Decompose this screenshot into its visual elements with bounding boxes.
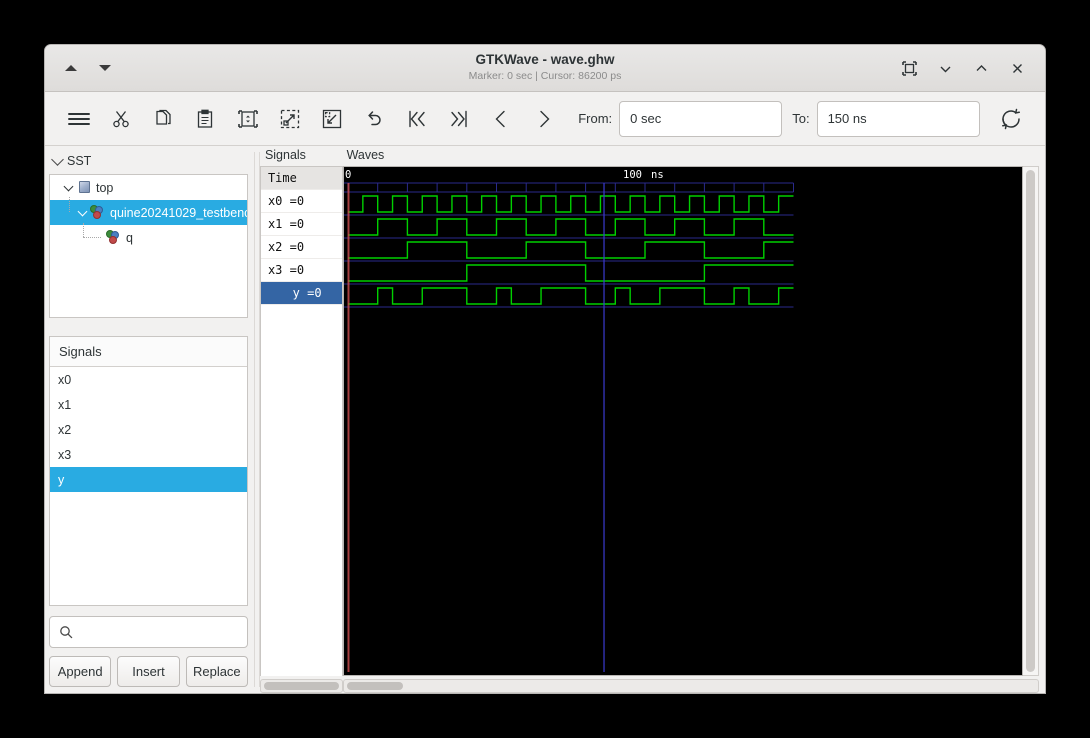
close-icon[interactable] xyxy=(1009,60,1025,76)
list-item[interactable]: x0 xyxy=(50,367,247,392)
module-icon xyxy=(90,205,107,220)
table-row[interactable]: x1 =0 xyxy=(260,213,342,236)
tree-expander-icon[interactable] xyxy=(74,206,90,218)
list-item[interactable]: x2 xyxy=(50,417,247,442)
sst-tree[interactable]: top quine20241029_testbench q xyxy=(49,174,248,318)
gtkwave-window: GTKWave - wave.ghw Marker: 0 sec | Curso… xyxy=(44,44,1046,694)
svg-text:0: 0 xyxy=(345,169,351,181)
action-buttons: Append Insert Replace xyxy=(49,656,248,687)
nav-up-icon[interactable] xyxy=(65,65,77,71)
maximize-icon[interactable] xyxy=(973,60,989,76)
waves-main: 0 100 ns xyxy=(342,166,1039,676)
tree-guide-line xyxy=(83,237,101,238)
list-item[interactable]: x1 xyxy=(50,392,247,417)
table-row[interactable]: x3 =0 xyxy=(260,259,342,282)
from-input[interactable]: 0 sec xyxy=(619,100,783,137)
tree-expander-icon[interactable] xyxy=(60,181,76,193)
signal-label: x0 xyxy=(58,372,72,387)
window-title: GTKWave - wave.ghw xyxy=(475,52,615,67)
list-item[interactable]: x3 xyxy=(50,442,247,467)
cut-icon[interactable] xyxy=(103,102,138,136)
nav-down-icon[interactable] xyxy=(99,65,111,71)
fullscreen-icon[interactable] xyxy=(901,60,917,76)
waves-hscrollbar[interactable] xyxy=(342,679,1039,693)
titlebar: GTKWave - wave.ghw Marker: 0 sec | Curso… xyxy=(45,45,1045,92)
waves-pane: Waves 0 100 ns xyxy=(342,146,1045,693)
tree-node-label: quine20241029_testbench xyxy=(110,205,248,220)
copy-icon[interactable] xyxy=(146,102,181,136)
list-item-selected[interactable]: y xyxy=(50,467,247,492)
zoom-in-icon[interactable] xyxy=(272,102,307,136)
titlebar-text: GTKWave - wave.ghw Marker: 0 sec | Curso… xyxy=(45,51,1045,84)
search-icon xyxy=(60,626,73,639)
waves-title: Waves xyxy=(346,148,385,162)
signal-names-hscrollbar[interactable] xyxy=(259,679,343,693)
signal-name-rows: Time x0 =0 x1 =0 x2 =0 x3 =0 y =0 xyxy=(259,166,343,676)
signal-label: x2 xyxy=(58,422,72,437)
titlebar-left-controls xyxy=(45,65,111,71)
table-row-selected[interactable]: y =0 xyxy=(260,282,342,305)
main-body: SST top quine20241029_testbench q Signal… xyxy=(45,146,1045,693)
waves-vscrollbar[interactable] xyxy=(1023,166,1039,676)
insert-button[interactable]: Insert xyxy=(117,656,180,687)
go-end-icon[interactable] xyxy=(441,102,476,136)
from-label: From: xyxy=(578,111,613,126)
tree-node-label: q xyxy=(126,230,133,245)
signals-column-title: Signals xyxy=(264,148,306,162)
table-row[interactable]: x0 =0 xyxy=(260,190,342,213)
reload-icon[interactable] xyxy=(994,102,1029,136)
tree-node-q[interactable]: q xyxy=(50,225,247,250)
signal-label: x1 xyxy=(58,397,72,412)
to-input[interactable]: 150 ns xyxy=(816,100,980,137)
tree-node-top[interactable]: top xyxy=(50,175,247,200)
tree-guide-line xyxy=(69,197,70,212)
marker-cursor-status: Marker: 0 sec | Cursor: 86200 ps xyxy=(468,70,622,82)
signal-label: y xyxy=(58,472,65,487)
signal-name-column: Signals Time x0 =0 x1 =0 x2 =0 x3 =0 y =… xyxy=(259,146,343,693)
zoom-fit-icon[interactable] xyxy=(230,102,265,136)
signal-picker: Signals x0 x1 x2 x3 y xyxy=(49,336,248,606)
time-row: Time xyxy=(260,167,342,190)
minimize-icon[interactable] xyxy=(937,60,953,76)
paste-icon[interactable] xyxy=(188,102,223,136)
search-input[interactable] xyxy=(49,616,248,648)
sst-header[interactable]: SST xyxy=(49,152,248,170)
toolbar: From: 0 sec To: 150 ns xyxy=(45,92,1045,146)
svg-text:100: 100 xyxy=(623,169,642,181)
left-pane: SST top quine20241029_testbench q Signal… xyxy=(45,146,254,693)
chevron-down-icon xyxy=(51,153,64,166)
append-button[interactable]: Append xyxy=(49,656,112,687)
tree-guide-line xyxy=(83,223,84,237)
table-row[interactable]: x2 =0 xyxy=(260,236,342,259)
waveform-svg: 0 100 ns xyxy=(343,167,1023,672)
to-label: To: xyxy=(792,111,810,126)
cube-icon xyxy=(76,180,93,195)
module-icon xyxy=(106,230,123,245)
prev-edge-icon[interactable] xyxy=(484,102,519,136)
wave-canvas[interactable]: 0 100 ns xyxy=(342,166,1024,676)
undo-icon[interactable] xyxy=(357,102,392,136)
zoom-out-icon[interactable] xyxy=(315,102,350,136)
titlebar-right-controls xyxy=(901,60,1045,76)
sst-label: SST xyxy=(67,154,92,168)
signal-picker-header: Signals xyxy=(50,337,247,367)
signal-picker-rows: x0 x1 x2 x3 y xyxy=(50,367,247,605)
signal-label: x3 xyxy=(58,447,72,462)
next-edge-icon[interactable] xyxy=(526,102,561,136)
menu-icon[interactable] xyxy=(61,102,96,136)
tree-node-label: top xyxy=(96,180,114,195)
go-start-icon[interactable] xyxy=(399,102,434,136)
svg-text:ns: ns xyxy=(651,169,664,181)
replace-button[interactable]: Replace xyxy=(185,656,248,687)
tree-node-testbench[interactable]: quine20241029_testbench xyxy=(50,200,247,225)
